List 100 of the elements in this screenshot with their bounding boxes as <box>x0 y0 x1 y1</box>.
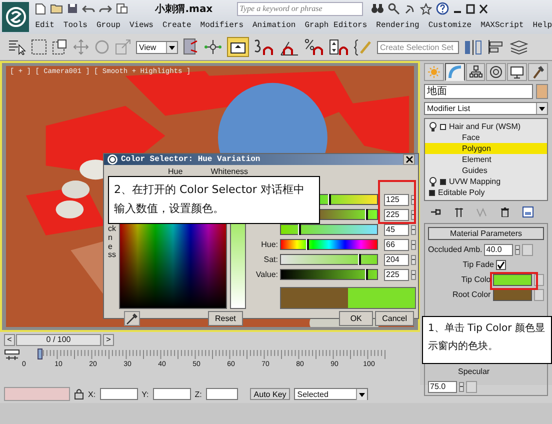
pivot-icon[interactable] <box>204 39 222 55</box>
value-field[interactable]: 225 <box>384 268 409 280</box>
window-crossing-icon[interactable] <box>52 39 68 55</box>
snap-icon[interactable] <box>254 38 274 56</box>
spinner-field[interactable]: 40.0 <box>484 244 514 256</box>
pin-icon[interactable] <box>430 207 442 217</box>
auto-key-button[interactable]: Auto Key <box>250 388 290 400</box>
layers-icon[interactable] <box>510 39 528 55</box>
modifier-item[interactable]: Hair and Fur (WSM) <box>449 122 521 131</box>
view-dropdown[interactable]: View <box>136 40 178 54</box>
show-result-icon[interactable] <box>454 207 464 217</box>
star-icon[interactable] <box>420 2 432 14</box>
panel-tab[interactable] <box>486 63 506 81</box>
menu-item[interactable]: Create <box>162 20 192 30</box>
panel-tab[interactable] <box>507 63 528 81</box>
menu-item[interactable]: Customize <box>428 20 472 30</box>
object-color-swatch[interactable] <box>536 84 548 99</box>
key-filter-icon[interactable] <box>4 348 20 362</box>
lightbulb-icon[interactable] <box>429 122 437 132</box>
checkbox[interactable] <box>496 260 506 270</box>
close-icon[interactable] <box>478 4 488 14</box>
target-icon <box>489 65 504 79</box>
color-swatch[interactable] <box>492 274 532 286</box>
color-slider[interactable] <box>280 254 378 265</box>
value-field[interactable]: 125 <box>384 194 409 206</box>
sub-object-item[interactable]: Face <box>425 132 547 143</box>
object-name-field[interactable]: 地面 <box>424 84 533 99</box>
color-slider[interactable] <box>280 224 378 235</box>
sub-object-item[interactable]: Polygon <box>425 143 547 154</box>
cancel-button[interactable]: Cancel <box>375 311 414 326</box>
panel-tab[interactable] <box>528 63 548 81</box>
expand-toggle-icon[interactable] <box>440 124 446 130</box>
configure-icon[interactable] <box>522 206 534 218</box>
close-button[interactable] <box>403 154 415 165</box>
redo-icon[interactable] <box>99 4 112 14</box>
color-slider[interactable] <box>280 239 378 250</box>
x-coordinate-field[interactable] <box>100 388 138 400</box>
spinner-snap-icon[interactable] <box>329 38 349 56</box>
save-icon[interactable] <box>67 3 78 14</box>
previous-frame-button[interactable]: < <box>4 334 15 346</box>
undo-icon[interactable] <box>82 4 96 14</box>
ok-button[interactable]: OK <box>339 311 374 326</box>
menu-item[interactable]: Animation <box>252 20 296 30</box>
sub-object-item[interactable]: Element <box>425 154 547 165</box>
time-slider-thumb[interactable]: 0 / 100 <box>16 334 101 346</box>
hue-label: Hue <box>168 167 183 178</box>
project-icon[interactable] <box>116 3 130 14</box>
menu-item[interactable]: Edit <box>35 20 54 30</box>
eyedropper-button[interactable] <box>124 311 140 326</box>
expand-toggle-icon[interactable] <box>429 190 435 196</box>
modifier-item[interactable]: Editable Poly <box>438 188 485 197</box>
panel-tab[interactable] <box>466 63 486 81</box>
sub-object-item[interactable]: Guides <box>425 165 547 176</box>
selection-set-dropdown[interactable]: Create Selection Set <box>377 40 459 54</box>
toggle-button[interactable] <box>227 37 249 57</box>
y-coordinate-field[interactable] <box>152 388 191 400</box>
value-field[interactable]: 45 <box>384 224 409 236</box>
percent-snap-icon[interactable] <box>304 38 324 56</box>
menu-item[interactable]: Graph Editors <box>304 20 368 30</box>
folder-icon[interactable] <box>50 3 64 14</box>
new-file-icon[interactable] <box>35 2 46 14</box>
modifier-list-dropdown[interactable]: Modifier List <box>424 102 548 115</box>
lightbulb-icon[interactable] <box>429 176 437 186</box>
map-button[interactable] <box>534 288 544 300</box>
spinner-field[interactable]: 75.0 <box>428 380 457 392</box>
menu-item[interactable]: Group <box>96 20 120 30</box>
menu-item[interactable]: Rendering <box>376 20 420 30</box>
key-mode-dropdown[interactable]: Selected <box>294 388 368 400</box>
search-field[interactable]: Type a keyword or phrase <box>236 2 363 16</box>
select-link-icon[interactable] <box>183 38 199 56</box>
lock-icon[interactable] <box>74 388 84 400</box>
edit-named-sets-icon[interactable] <box>354 38 372 56</box>
value-field[interactable]: 66 <box>384 238 409 250</box>
color-slider[interactable] <box>280 269 378 280</box>
mirror-icon[interactable] <box>464 39 482 55</box>
value-field[interactable]: 225 <box>384 208 409 220</box>
reset-button[interactable]: Reset <box>208 311 243 326</box>
binoculars-icon[interactable] <box>370 3 384 14</box>
maximize-icon[interactable] <box>466 4 475 14</box>
modifier-item[interactable]: UVW Mapping <box>449 177 501 186</box>
app-logo-icon[interactable] <box>2 2 30 32</box>
trash-icon[interactable] <box>500 207 510 217</box>
rectangle-select-icon[interactable] <box>31 39 47 55</box>
spinner-arrows-icon[interactable] <box>515 244 520 254</box>
menu-item[interactable]: Help <box>532 20 552 30</box>
select-object-icon[interactable] <box>8 39 26 55</box>
menu-item[interactable]: MAXScript <box>480 20 524 30</box>
menu-item[interactable]: Views <box>129 20 154 30</box>
panel-tab[interactable] <box>444 63 465 81</box>
rollout-header[interactable]: Material Parameters <box>428 227 544 240</box>
script-listener-field[interactable] <box>4 387 70 401</box>
z-coordinate-field[interactable] <box>206 388 238 400</box>
align-icon[interactable] <box>487 39 505 55</box>
menu-item[interactable]: Tools <box>63 20 88 30</box>
spinner-arrows-icon[interactable] <box>459 382 464 392</box>
menu-item[interactable]: Modifiers <box>200 20 244 30</box>
expand-toggle-icon[interactable] <box>440 178 446 184</box>
value-field[interactable]: 204 <box>384 254 409 266</box>
next-frame-button[interactable]: > <box>103 334 114 346</box>
help-icon[interactable] <box>436 2 449 15</box>
